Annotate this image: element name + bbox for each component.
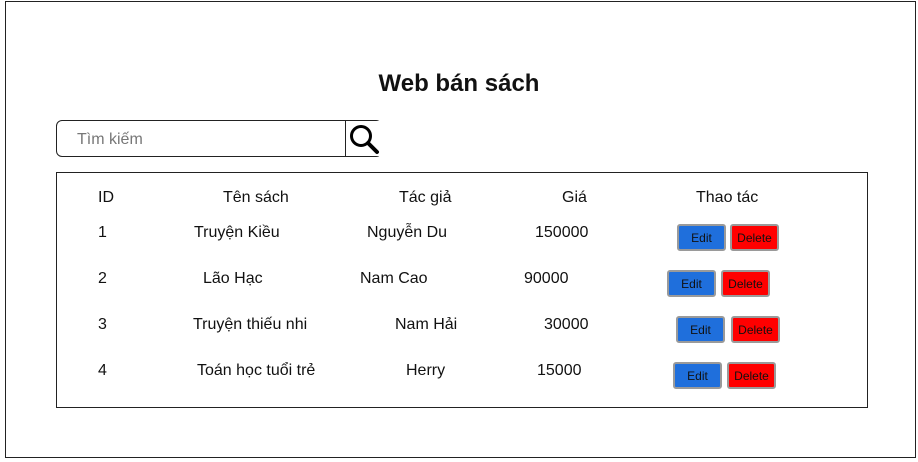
delete-button[interactable]: Delete	[731, 316, 780, 343]
table-row-price: 150000	[535, 224, 589, 241]
header-price: Giá	[562, 189, 587, 206]
header-id: ID	[98, 189, 114, 206]
table-row-title: Truyện thiếu nhi	[193, 316, 308, 333]
edit-button[interactable]: Edit	[667, 270, 716, 297]
table-row-price: 30000	[544, 316, 589, 333]
table-row-id: 1	[98, 224, 107, 241]
table-row-author: Nam Cao	[360, 270, 428, 287]
table-row-id: 2	[98, 270, 107, 287]
delete-button[interactable]: Delete	[730, 224, 779, 251]
edit-button[interactable]: Edit	[676, 316, 725, 343]
table-row-title: Toán học tuổi trẻ	[197, 362, 316, 379]
table-row-id: 3	[98, 316, 107, 333]
search-box	[56, 120, 382, 157]
delete-button[interactable]: Delete	[727, 362, 776, 389]
page-title: Web bán sách	[378, 70, 540, 97]
table-row-price: 90000	[524, 270, 569, 287]
edit-button[interactable]: Edit	[673, 362, 722, 389]
header-title: Tên sách	[223, 189, 289, 206]
delete-button[interactable]: Delete	[721, 270, 770, 297]
table-row-price: 15000	[537, 362, 582, 379]
header-author: Tác giả	[399, 189, 452, 206]
table-row-author: Herry	[406, 362, 446, 379]
table-row-title: Lão Hạc	[203, 270, 263, 287]
header-actions: Thao tác	[696, 189, 759, 206]
edit-button[interactable]: Edit	[677, 224, 726, 251]
table-row-author: Nam Hải	[395, 316, 458, 333]
table-row-id: 4	[98, 362, 107, 379]
table-row-author: Nguyễn Du	[367, 224, 448, 241]
search-button[interactable]	[345, 121, 382, 156]
search-icon	[350, 124, 379, 154]
search-input[interactable]	[65, 124, 354, 155]
books-table: ID Tên sách Tác giả Giá Thao tác 1 Truyệ…	[56, 172, 868, 408]
table-row-title: Truyện Kiều	[194, 224, 280, 241]
